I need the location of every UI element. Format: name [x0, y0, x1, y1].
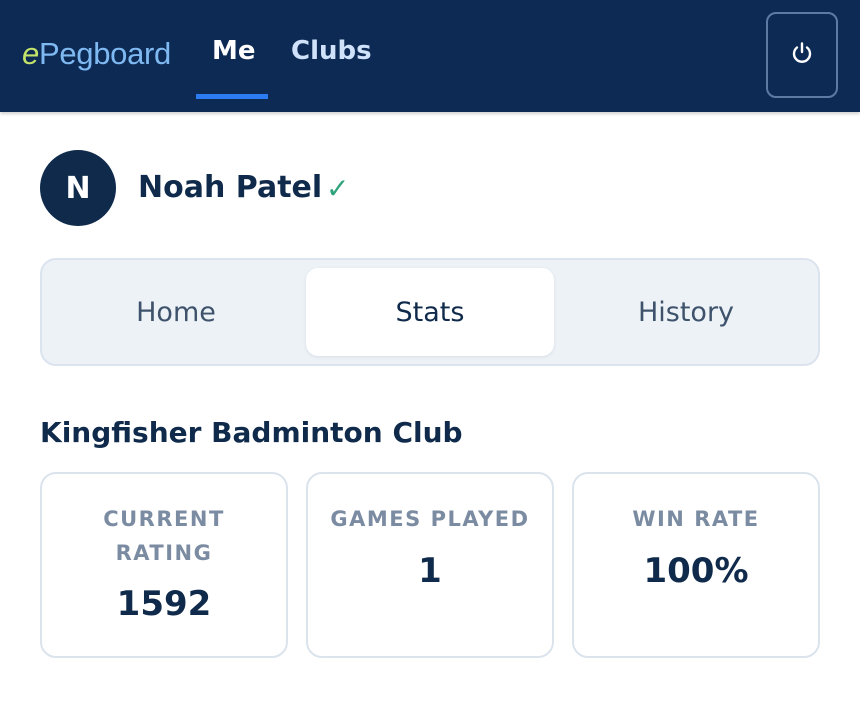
nav-tab-me[interactable]: Me — [212, 36, 256, 66]
stat-value: 1 — [418, 551, 442, 591]
stat-label: CURRENT RATING — [103, 507, 225, 565]
logo-prefix: e — [22, 36, 39, 71]
app-logo[interactable]: ePegboard — [22, 36, 171, 72]
verified-check-icon: ✓ — [326, 172, 350, 205]
stat-card-current-rating: CURRENT RATING 1592 — [40, 472, 288, 658]
stat-value: 1592 — [116, 584, 212, 624]
stat-label: WIN RATE — [632, 507, 760, 531]
tab-history[interactable]: History — [562, 268, 810, 356]
avatar-initial: N — [65, 170, 91, 206]
view-tabs: Home Stats History — [40, 258, 820, 366]
avatar: N — [40, 150, 116, 226]
stat-label: GAMES PLAYED — [330, 507, 530, 531]
nav-tab-clubs[interactable]: Clubs — [291, 36, 372, 66]
tab-stats[interactable]: Stats — [306, 268, 554, 356]
stat-card-win-rate: WIN RATE 100% — [572, 472, 820, 658]
logo-text: Pegboard — [38, 36, 171, 71]
active-tab-indicator — [196, 94, 268, 99]
power-icon — [789, 40, 815, 70]
logout-button[interactable] — [766, 12, 838, 98]
club-name-heading: Kingfisher Badminton Club — [40, 416, 463, 449]
stat-card-games-played: GAMES PLAYED 1 — [306, 472, 554, 658]
user-name: Noah Patel — [138, 170, 323, 205]
top-nav-bar: ePegboard Me Clubs — [0, 0, 860, 112]
tab-home[interactable]: Home — [52, 268, 300, 356]
stat-value: 100% — [643, 551, 749, 591]
